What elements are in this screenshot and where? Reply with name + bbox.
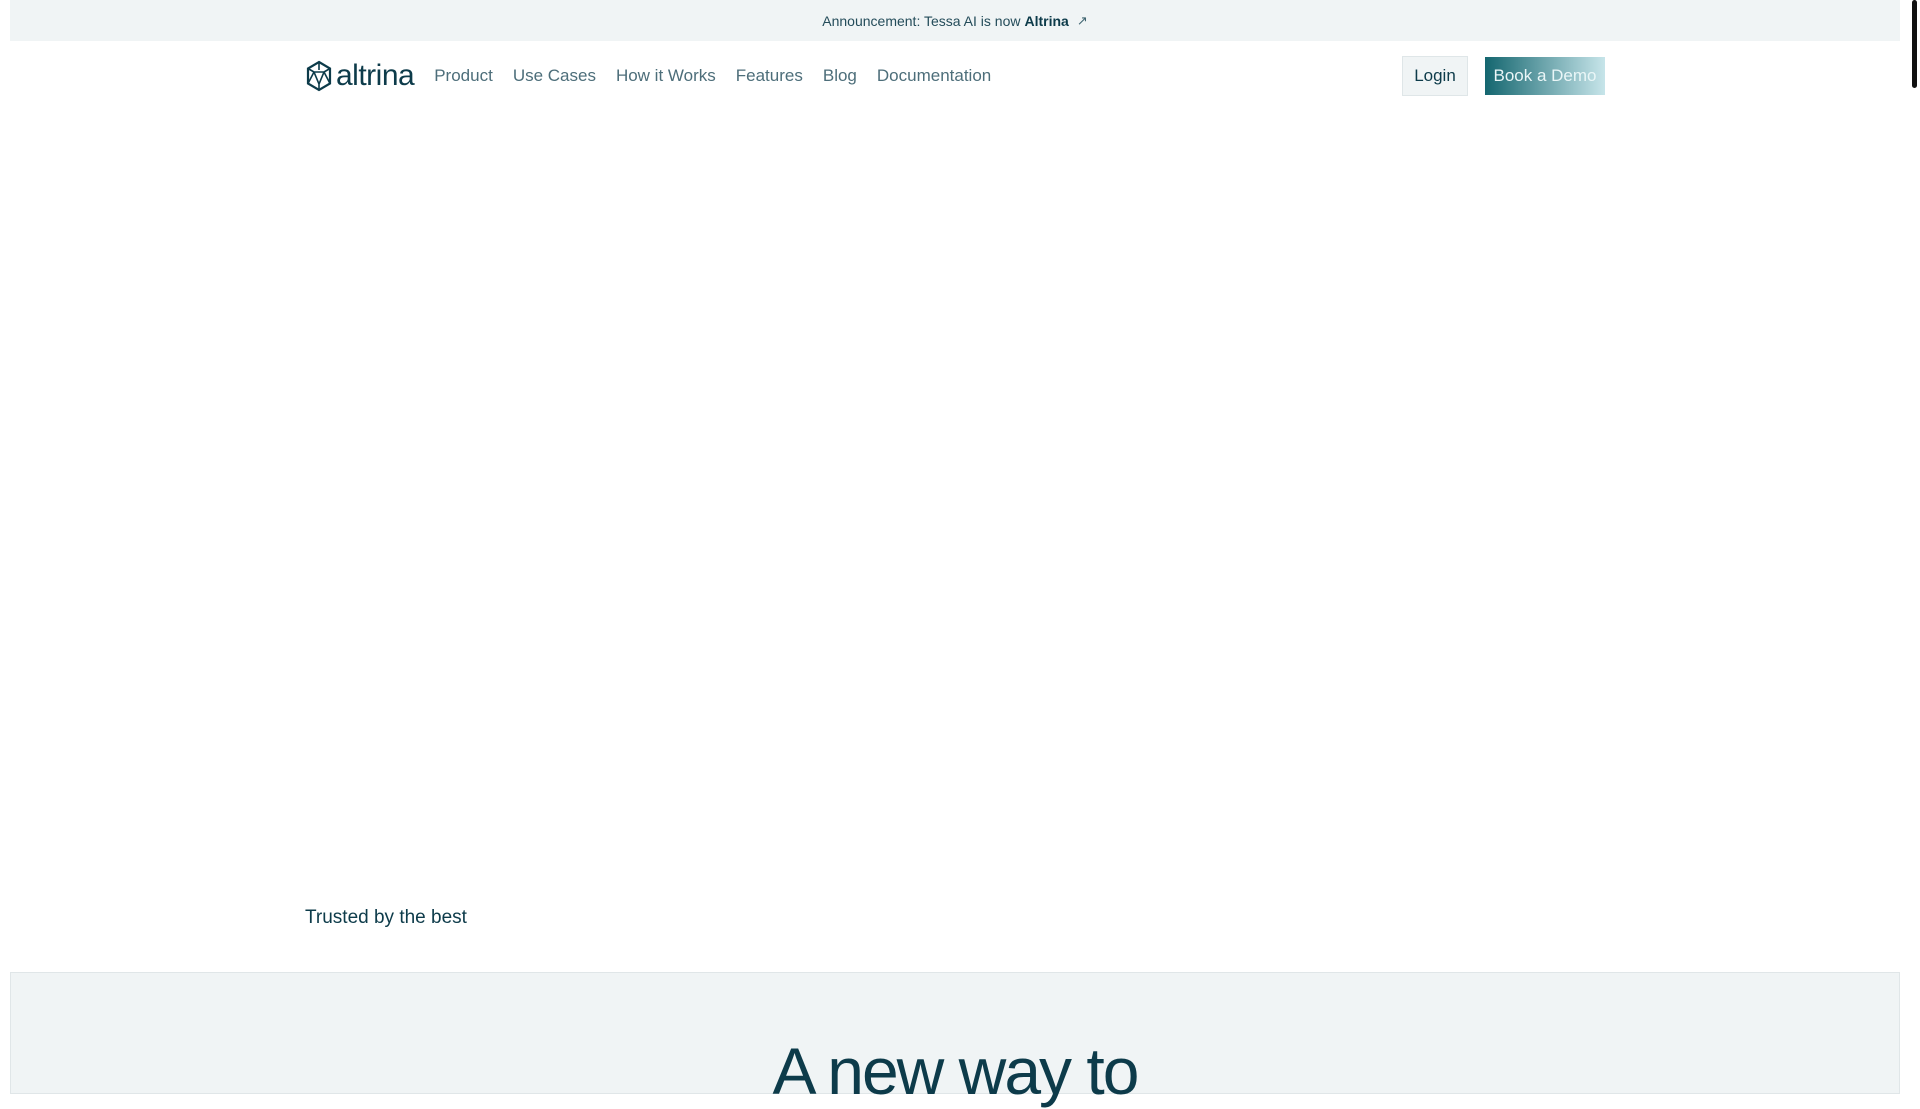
arrow-up-right-icon: ↗ — [1076, 12, 1088, 28]
main-nav: altrina Product Use Cases How it Works F… — [305, 56, 1011, 96]
nav-how-it-works[interactable]: How it Works — [616, 66, 716, 86]
trusted-label: Trusted by the best — [305, 907, 467, 928]
logo-text: altrina — [336, 59, 415, 92]
nav-documentation[interactable]: Documentation — [877, 66, 991, 86]
section-heading: A new way to — [772, 1034, 1140, 1108]
nav-use-cases[interactable]: Use Cases — [513, 66, 596, 86]
scrollbar[interactable] — [1912, 0, 1917, 88]
logo-icon — [306, 60, 332, 92]
announcement-text: Announcement: Tessa AI is now — [822, 12, 1021, 29]
feature-section: A new way to — [10, 972, 1900, 1108]
announcement-bar[interactable]: Announcement: Tessa AI is now Altrina ↗ — [10, 0, 1900, 41]
nav-features[interactable]: Features — [736, 66, 803, 86]
nav-blog[interactable]: Blog — [823, 66, 857, 86]
announcement-brand-link[interactable]: Altrina — [1024, 13, 1068, 29]
login-button[interactable]: Login — [1402, 56, 1468, 96]
logo[interactable]: altrina — [305, 59, 415, 93]
nav-product[interactable]: Product — [434, 66, 493, 86]
book-demo-button[interactable]: Book a Demo — [1485, 57, 1605, 95]
